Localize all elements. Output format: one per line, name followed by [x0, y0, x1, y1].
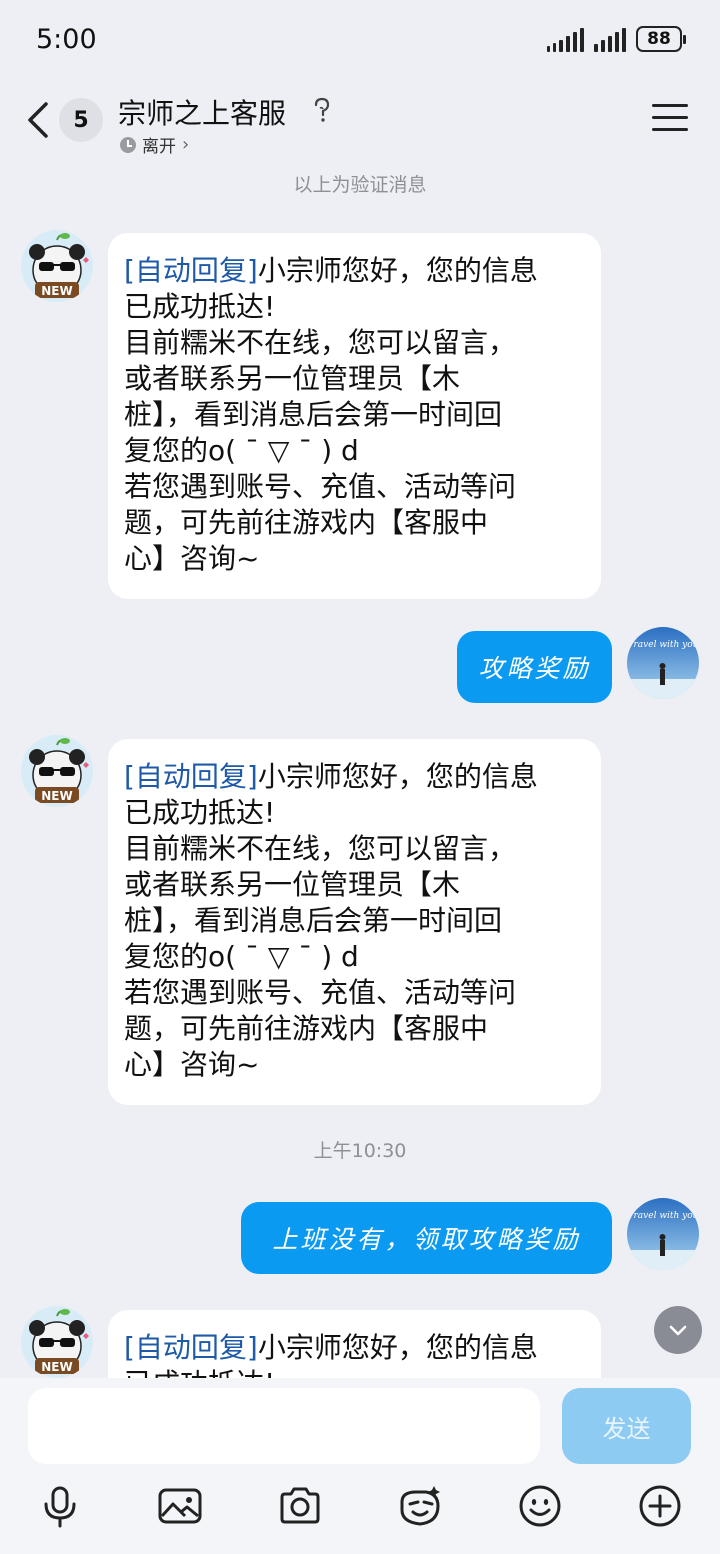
microphone-button[interactable]: [36, 1482, 84, 1530]
verification-note: 以上为验证消息: [293, 174, 427, 196]
battery-icon: 88: [636, 26, 686, 52]
camera-icon: [280, 1487, 320, 1524]
image-icon: [158, 1488, 202, 1524]
help-icon[interactable]: [311, 96, 333, 124]
cs-avatar[interactable]: NEW: [21, 735, 93, 807]
status-time: 5:00: [36, 24, 97, 55]
scroll-to-bottom-button[interactable]: [654, 1306, 702, 1354]
message-timestamp: 上午10:30: [313, 1140, 407, 1162]
message-bubble-outgoing[interactable]: 攻略奖励: [457, 631, 612, 703]
message-bubble-incoming[interactable]: [自动回复]小宗师您好，您的信息 已成功抵达! 目前糯米不在线，您可以留言， 或…: [108, 233, 601, 599]
emoji-button[interactable]: [516, 1482, 564, 1530]
avatar-caption: Travel with you: [628, 1211, 699, 1221]
auto-reply-tag: [自动回复]: [124, 1331, 258, 1364]
signal-icon: [547, 28, 584, 52]
image-button[interactable]: [156, 1482, 204, 1530]
presence-status[interactable]: 离开 ›: [120, 132, 189, 157]
avatar-caption: Travel with you: [628, 640, 699, 650]
plus-icon: [639, 1485, 681, 1527]
message-bubble-outgoing[interactable]: 上班没有，领取攻略奖励: [241, 1202, 612, 1274]
status-bar: 5:00 88: [0, 0, 720, 80]
sticker-icon: [400, 1486, 440, 1526]
input-toolbar: [0, 1482, 720, 1538]
avatar-badge-text: NEW: [41, 789, 72, 803]
camera-button[interactable]: [276, 1482, 324, 1530]
message-bubble-incoming[interactable]: [自动回复]小宗师您好，您的信息 已成功抵达! 目前糯米不在线，您可以留言， 或…: [108, 739, 601, 1105]
panda-avatar-icon: NEW: [21, 1306, 93, 1378]
chevron-right-icon: ›: [182, 134, 190, 155]
cs-avatar[interactable]: NEW: [21, 230, 93, 302]
chevron-left-icon: [28, 102, 48, 138]
unread-count-badge[interactable]: 5: [59, 98, 103, 142]
avatar-badge-text: NEW: [41, 284, 72, 298]
page-title[interactable]: 宗师之上客服: [118, 92, 286, 132]
menu-button[interactable]: [652, 104, 688, 134]
self-avatar[interactable]: Travel with you: [627, 627, 699, 699]
microphone-icon: [44, 1486, 76, 1528]
back-button[interactable]: [22, 98, 56, 142]
chat-messages[interactable]: 以上为验证消息 NEW [自动回复]小宗师您好，您的信息 已成功抵达! 目前糯米…: [0, 166, 720, 1378]
clock-icon: [120, 136, 136, 153]
send-button[interactable]: 发送: [562, 1388, 691, 1464]
cs-avatar[interactable]: NEW: [21, 1306, 93, 1378]
travel-avatar-icon: Travel with you: [627, 627, 699, 699]
message-bubble-incoming[interactable]: [自动回复]小宗师您好，您的信息 已成功抵达!: [108, 1310, 601, 1378]
chat-header: 5 宗师之上客服 离开 ›: [0, 80, 720, 166]
sticker-button[interactable]: [396, 1482, 444, 1530]
self-avatar[interactable]: Travel with you: [627, 1198, 699, 1270]
chevron-down-icon: [669, 1325, 687, 1336]
input-bar: 发送: [0, 1378, 720, 1554]
emoji-icon: [519, 1485, 561, 1527]
signal-icon: [594, 28, 626, 52]
avatar-badge-text: NEW: [41, 1360, 72, 1374]
auto-reply-tag: [自动回复]: [124, 254, 258, 287]
auto-reply-tag: [自动回复]: [124, 760, 258, 793]
panda-avatar-icon: NEW: [21, 230, 93, 302]
hamburger-icon: [652, 104, 688, 107]
panda-avatar-icon: NEW: [21, 735, 93, 807]
message-input[interactable]: [28, 1388, 540, 1464]
travel-avatar-icon: Travel with you: [627, 1198, 699, 1270]
more-button[interactable]: [636, 1482, 684, 1530]
presence-label: 离开: [142, 137, 176, 157]
